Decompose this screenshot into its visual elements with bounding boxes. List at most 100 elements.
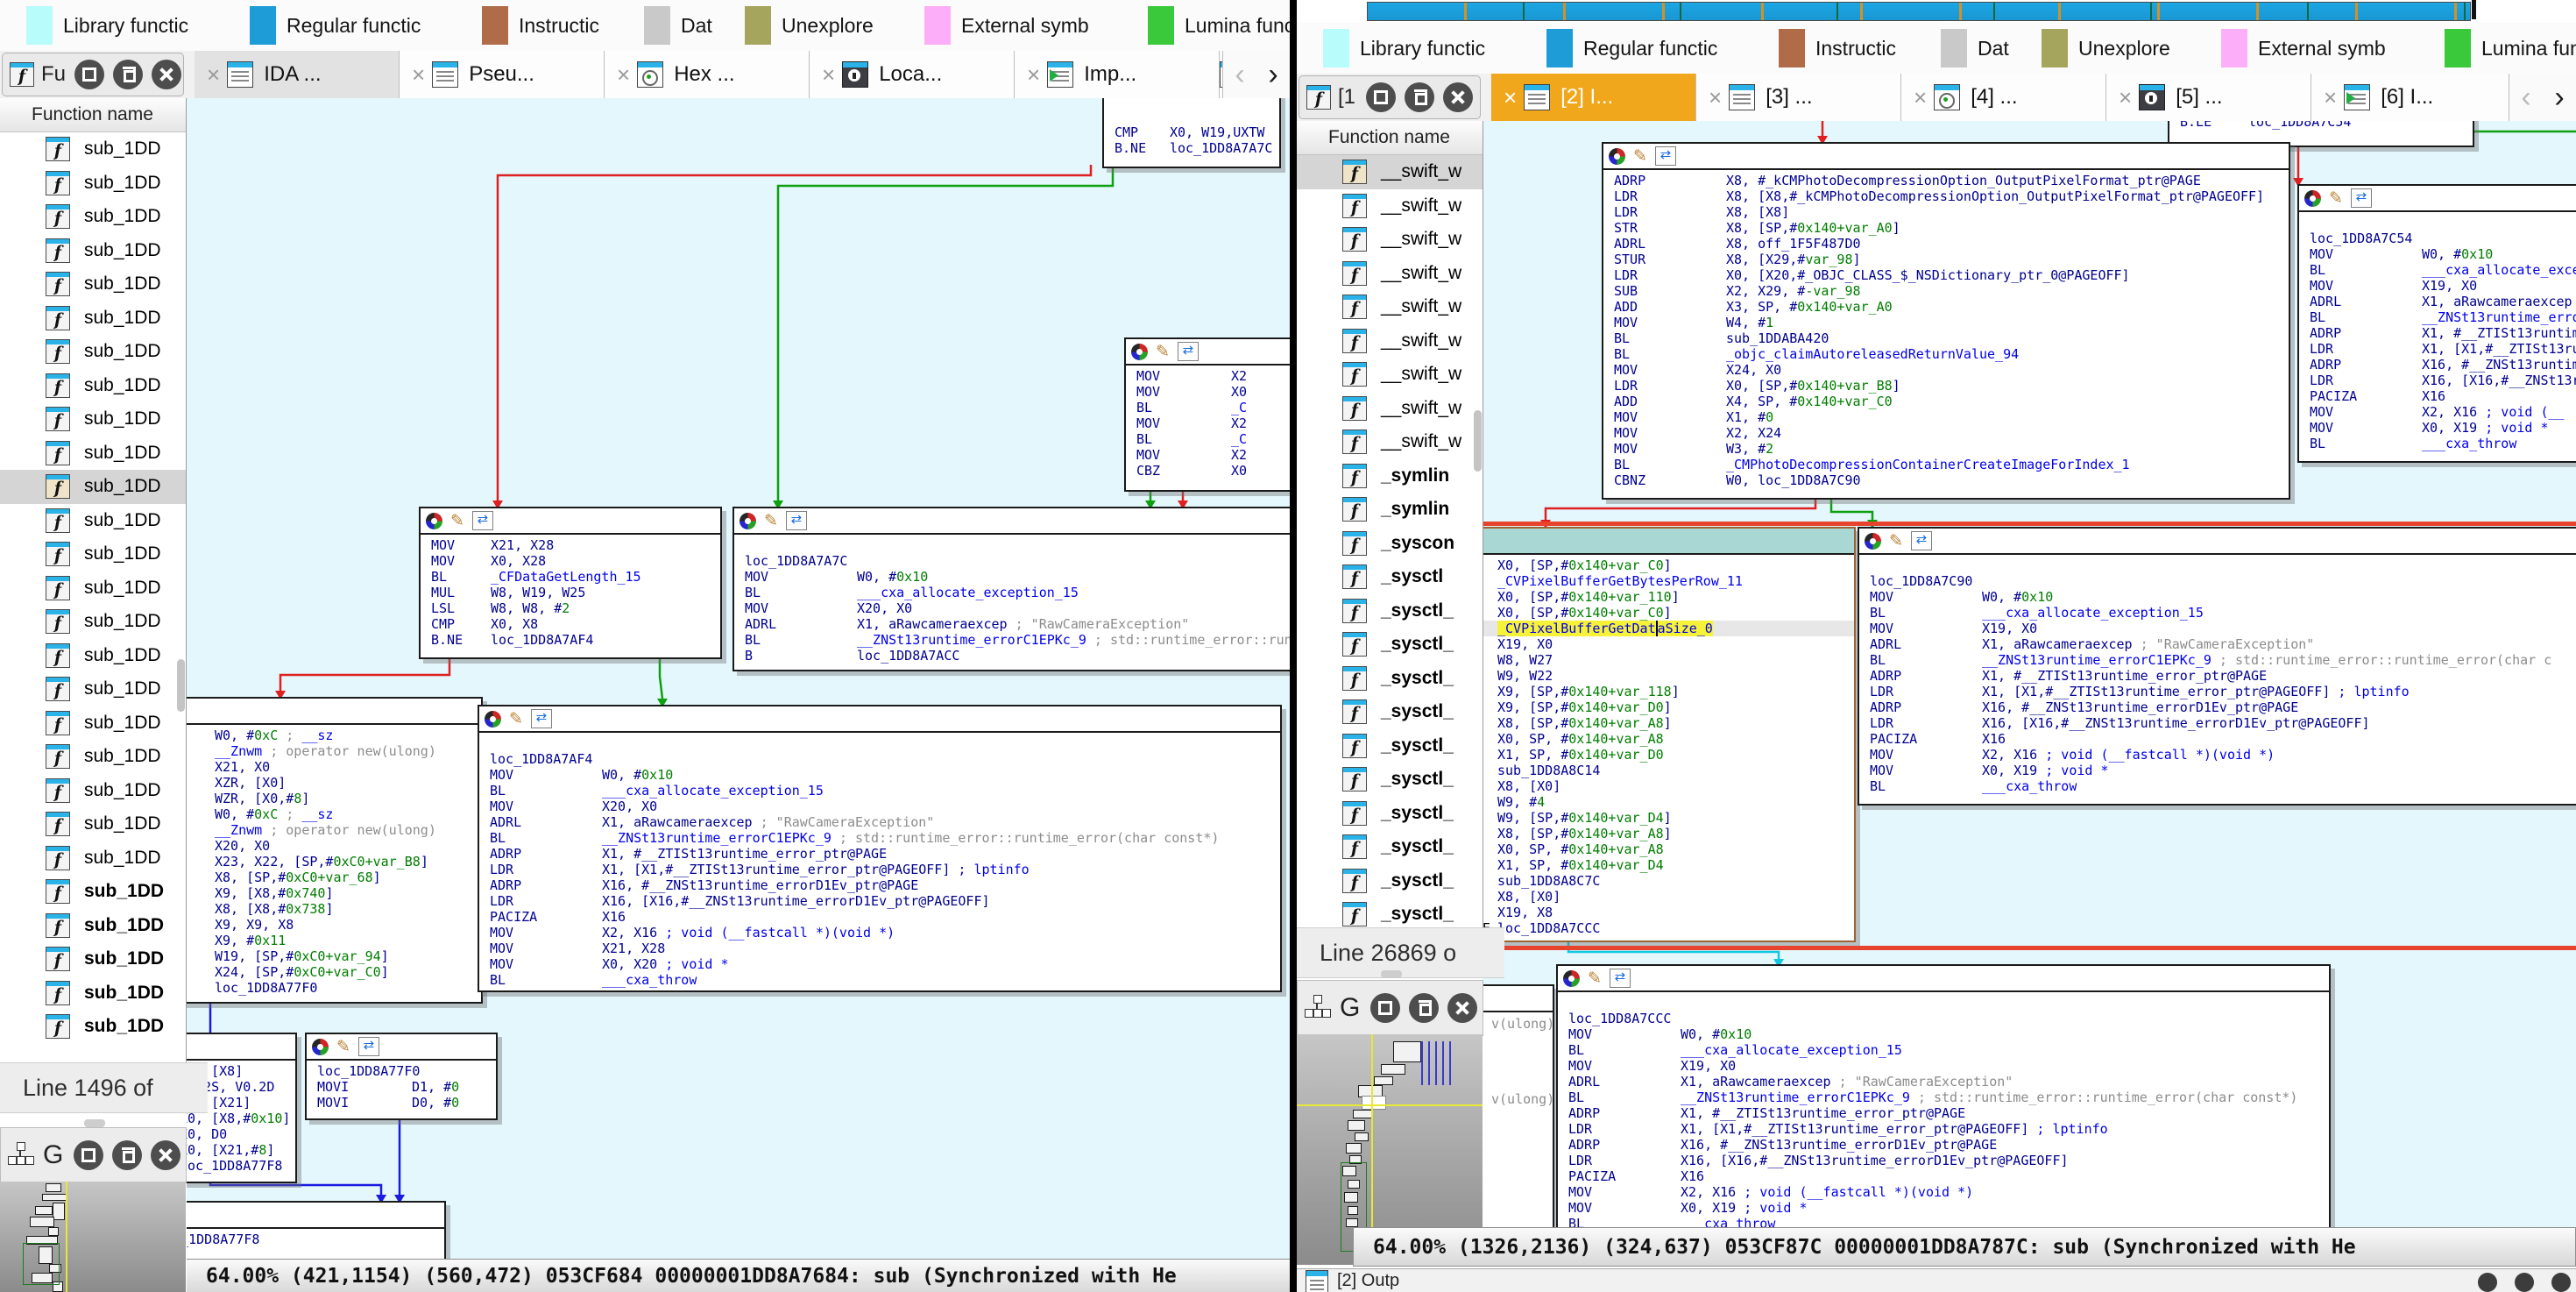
tab-close-icon[interactable]: × [1504,84,1517,111]
function-list-item[interactable]: f__swift_w [1297,257,1483,291]
shuffle-icon[interactable]: ⇄ [358,1037,379,1056]
basic-block[interactable]: ✎⇄loc_1DD8A77F0MOVID1, #0MOVID0, #0 [305,1033,498,1120]
function-list-item[interactable]: fsub_1DD [0,200,186,234]
function-list-item[interactable]: f_sysctl_ [1297,594,1483,628]
function-list-item[interactable]: f__swift_w [1297,324,1483,358]
basic-block[interactable]: CMPX0, W19,UXTWB.NEloc_1DD8A7A7C [1102,98,1281,168]
shuffle-icon[interactable]: ⇄ [1655,146,1676,166]
function-list-item[interactable]: fsub_1DD [0,875,186,909]
function-list-item[interactable]: f_symlin [1297,493,1483,527]
edit-icon[interactable]: ✎ [450,513,464,529]
shuffle-icon[interactable]: ⇄ [472,511,493,530]
function-list-item[interactable]: f__swift_w [1297,189,1483,224]
disassembly-graph[interactable]: B.LEloc_1DD8A7C54✎⇄ADRPX8, #_kCMPhotoDec… [1483,121,2576,1227]
tab-close-icon[interactable]: × [1914,84,1927,111]
basic-block[interactable]: ✎⇄ loc_1DD8A7A7CMOVW0, #0x10BL___cxa_all… [732,507,1290,671]
tab-scroll-prev-icon[interactable]: ‹ [2521,81,2530,115]
function-list-item[interactable]: f__swift_w [1297,425,1483,459]
function-list-item[interactable]: f__swift_w [1297,155,1483,189]
tab-close-icon[interactable]: × [822,61,835,89]
edit-icon[interactable]: ✎ [509,711,523,728]
close-panel-button[interactable] [1447,993,1477,1023]
splitter-handle[interactable] [84,1119,105,1127]
basic-block[interactable]: v(ulong)v(ulong) [1483,984,1554,1227]
color-wheel-icon[interactable] [1131,344,1148,360]
function-list-item[interactable]: fsub_1DD [0,774,186,808]
function-list-item[interactable]: fsub_1DD [0,841,186,876]
function-list-item[interactable]: f_sysctl [1297,560,1483,594]
tab-close-icon[interactable]: × [1027,61,1040,89]
function-list-item[interactable]: fsub_1DD [0,234,186,268]
splitter-handle[interactable] [1381,970,1402,978]
function-list-item[interactable]: fsub_1DD [0,639,186,673]
tab-scroll-next-icon[interactable]: › [1268,58,1277,92]
navigation-band[interactable] [1367,2,2471,21]
function-list-item[interactable]: fsub_1DD [0,740,186,774]
function-list-item[interactable]: fsub_1DD [0,335,186,369]
function-list-item[interactable]: f_sysctl_ [1297,797,1483,831]
tab-5[interactable]: ×[5] ... [2106,74,2311,121]
function-list-item[interactable]: fsub_1DD [0,369,186,403]
shuffle-icon[interactable]: ⇄ [1610,969,1631,988]
edit-icon[interactable]: ✎ [1588,970,1602,987]
tab-3[interactable]: ×[3] ... [1696,74,1901,121]
tab-4[interactable]: ×[4] ... [1901,74,2106,121]
tab-hex[interactable]: ×Hex ... [605,51,810,98]
function-list-item[interactable]: f_syscon [1297,527,1483,561]
edit-icon[interactable]: ✎ [764,513,778,529]
function-list-item[interactable]: fsub_1DD [0,1010,186,1044]
tab-imp[interactable]: ×Imp... [1015,51,1220,98]
tab-loca[interactable]: ×Loca... [810,51,1015,98]
basic-block[interactable]: ✎⇄ADRPX8, #_kCMPhotoDecompressionOption_… [1602,142,2290,500]
disassembly-graph[interactable]: CMPX0, W19,UXTWB.NEloc_1DD8A7A7C✎⇄MOVX2M… [187,98,1290,1259]
maximize-button[interactable] [74,1140,103,1170]
function-list-item[interactable]: f_sysctl_ [1297,830,1483,864]
color-wheel-icon[interactable] [2304,190,2321,207]
function-list-item[interactable]: fsub_1DD [0,976,186,1011]
function-list-item[interactable]: f_sysctl_ [1297,864,1483,898]
color-wheel-icon[interactable] [312,1039,329,1055]
tab-scroll-prev-icon[interactable]: ‹ [1235,58,1244,92]
function-list-item[interactable]: f__swift_w [1297,392,1483,426]
output-window-buttons[interactable] [2478,1273,2571,1292]
function-list-item[interactable]: f_sysctl_ [1297,729,1483,763]
maximize-button[interactable] [74,60,104,89]
tab-6i[interactable]: ×[6] I... [2311,74,2509,121]
function-list-item[interactable]: fsub_1DD [0,470,186,504]
graph-overview-thumbnail[interactable] [0,1182,186,1292]
function-list-item[interactable]: fsub_1DD [0,302,186,336]
function-list-item[interactable]: f_sysctl_ [1297,695,1483,729]
basic-block[interactable]: loc_1DD8A77F8 [187,1201,446,1259]
function-list-item[interactable]: fsub_1DD [0,605,186,639]
function-list-item[interactable]: f_symlin [1297,459,1483,493]
tab-close-icon[interactable]: × [2119,84,2132,111]
color-wheel-icon[interactable] [1563,970,1580,987]
function-list-item[interactable]: fsub_1DD [0,402,186,437]
function-list-item[interactable]: fsub_1DD [0,672,186,706]
color-wheel-icon[interactable] [1609,148,1625,165]
cascade-button[interactable] [113,60,143,89]
tab-close-icon[interactable]: × [1709,84,1722,111]
edit-icon[interactable]: ✎ [1156,344,1170,360]
function-list-item[interactable]: fsub_1DD [0,537,186,571]
tab-scroll-next-icon[interactable]: › [2554,81,2564,115]
basic-block[interactable]: ✎⇄MOVX2MOVX0BL_CMOVX2BL_CMOVX2CBZX0 [1124,337,1290,492]
function-list-item[interactable]: f_sysctl_ [1297,763,1483,797]
shuffle-icon[interactable]: ⇄ [1178,342,1199,361]
edit-icon[interactable]: ✎ [336,1039,350,1055]
cascade-button[interactable] [112,1140,142,1170]
basic-block[interactable]: W0, #0xC ; __sz__Znwm ; operator new(ulo… [187,697,483,1004]
function-list-item[interactable]: fsub_1DD [0,942,186,976]
close-panel-button[interactable] [151,1140,180,1170]
function-list-item[interactable]: f_sysctl_ [1297,662,1483,696]
shuffle-icon[interactable]: ⇄ [531,709,552,728]
tab-ida[interactable]: ×IDA ... [195,51,400,98]
function-list-item[interactable]: fsub_1DD [0,909,186,943]
cascade-button[interactable] [1405,82,1434,112]
maximize-button[interactable] [1366,82,1396,112]
cascade-button[interactable] [1409,993,1439,1023]
shuffle-icon[interactable]: ⇄ [786,511,807,530]
color-wheel-icon[interactable] [740,513,756,529]
function-list-item[interactable]: fsub_1DD [0,437,186,471]
function-list-item[interactable]: f__swift_w [1297,358,1483,392]
